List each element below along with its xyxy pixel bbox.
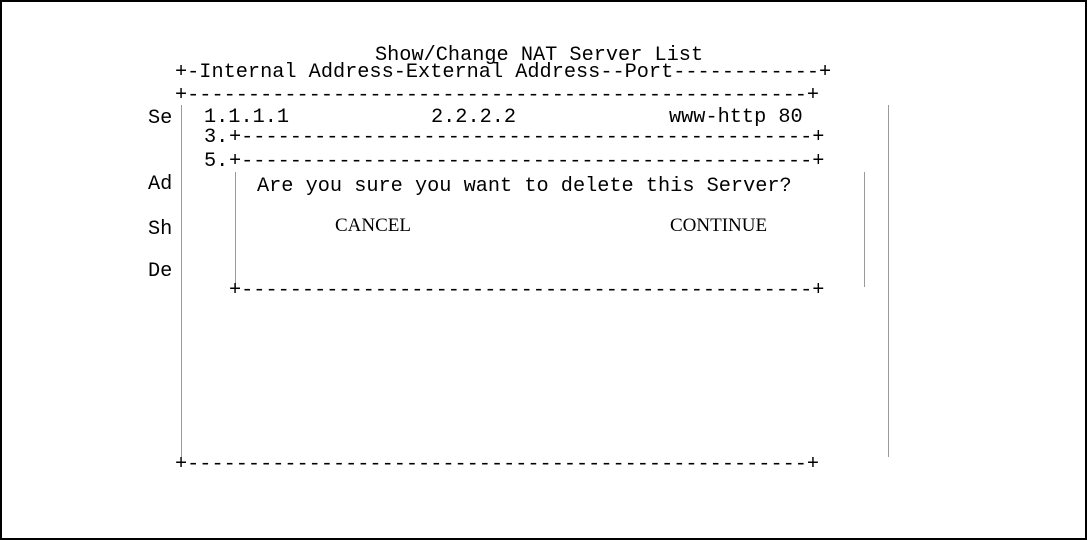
continue-button[interactable]: CONTINUE bbox=[670, 216, 767, 236]
server-internal-address[interactable]: 1.1.1.1 bbox=[204, 107, 289, 128]
server-external-address[interactable]: 2.2.2.2 bbox=[431, 107, 516, 128]
menu-item-show[interactable]: Sh bbox=[148, 219, 172, 240]
terminal-screen: Show/Change NAT Server List +-Internal A… bbox=[0, 0, 1087, 540]
menu-item-server[interactable]: Se bbox=[148, 108, 172, 129]
dialog-right-border bbox=[864, 172, 865, 287]
row-3-marker: 3. bbox=[204, 126, 229, 149]
row-3-border: +---------------------------------------… bbox=[229, 126, 825, 149]
dialog-message: Are you sure you want to delete this Ser… bbox=[257, 175, 792, 198]
menu-item-delete[interactable]: De bbox=[148, 261, 172, 282]
dialog-bottom-border: +---------------------------------------… bbox=[229, 279, 825, 302]
table-header: +-Internal Address-External Address--Por… bbox=[175, 61, 832, 84]
dialog-left-border bbox=[235, 172, 236, 287]
list-bottom-border: +---------------------------------------… bbox=[175, 453, 820, 476]
row-5-marker: 5. bbox=[204, 150, 229, 173]
outer-frame-right bbox=[888, 105, 889, 457]
dialog-top-border: +---------------------------------------… bbox=[229, 150, 825, 173]
menu-item-add[interactable]: Ad bbox=[148, 174, 172, 195]
list-top-border: +---------------------------------------… bbox=[175, 84, 820, 107]
outer-frame-left bbox=[181, 105, 182, 457]
cancel-button[interactable]: CANCEL bbox=[335, 216, 411, 236]
server-port[interactable]: www-http 80 bbox=[669, 107, 803, 128]
